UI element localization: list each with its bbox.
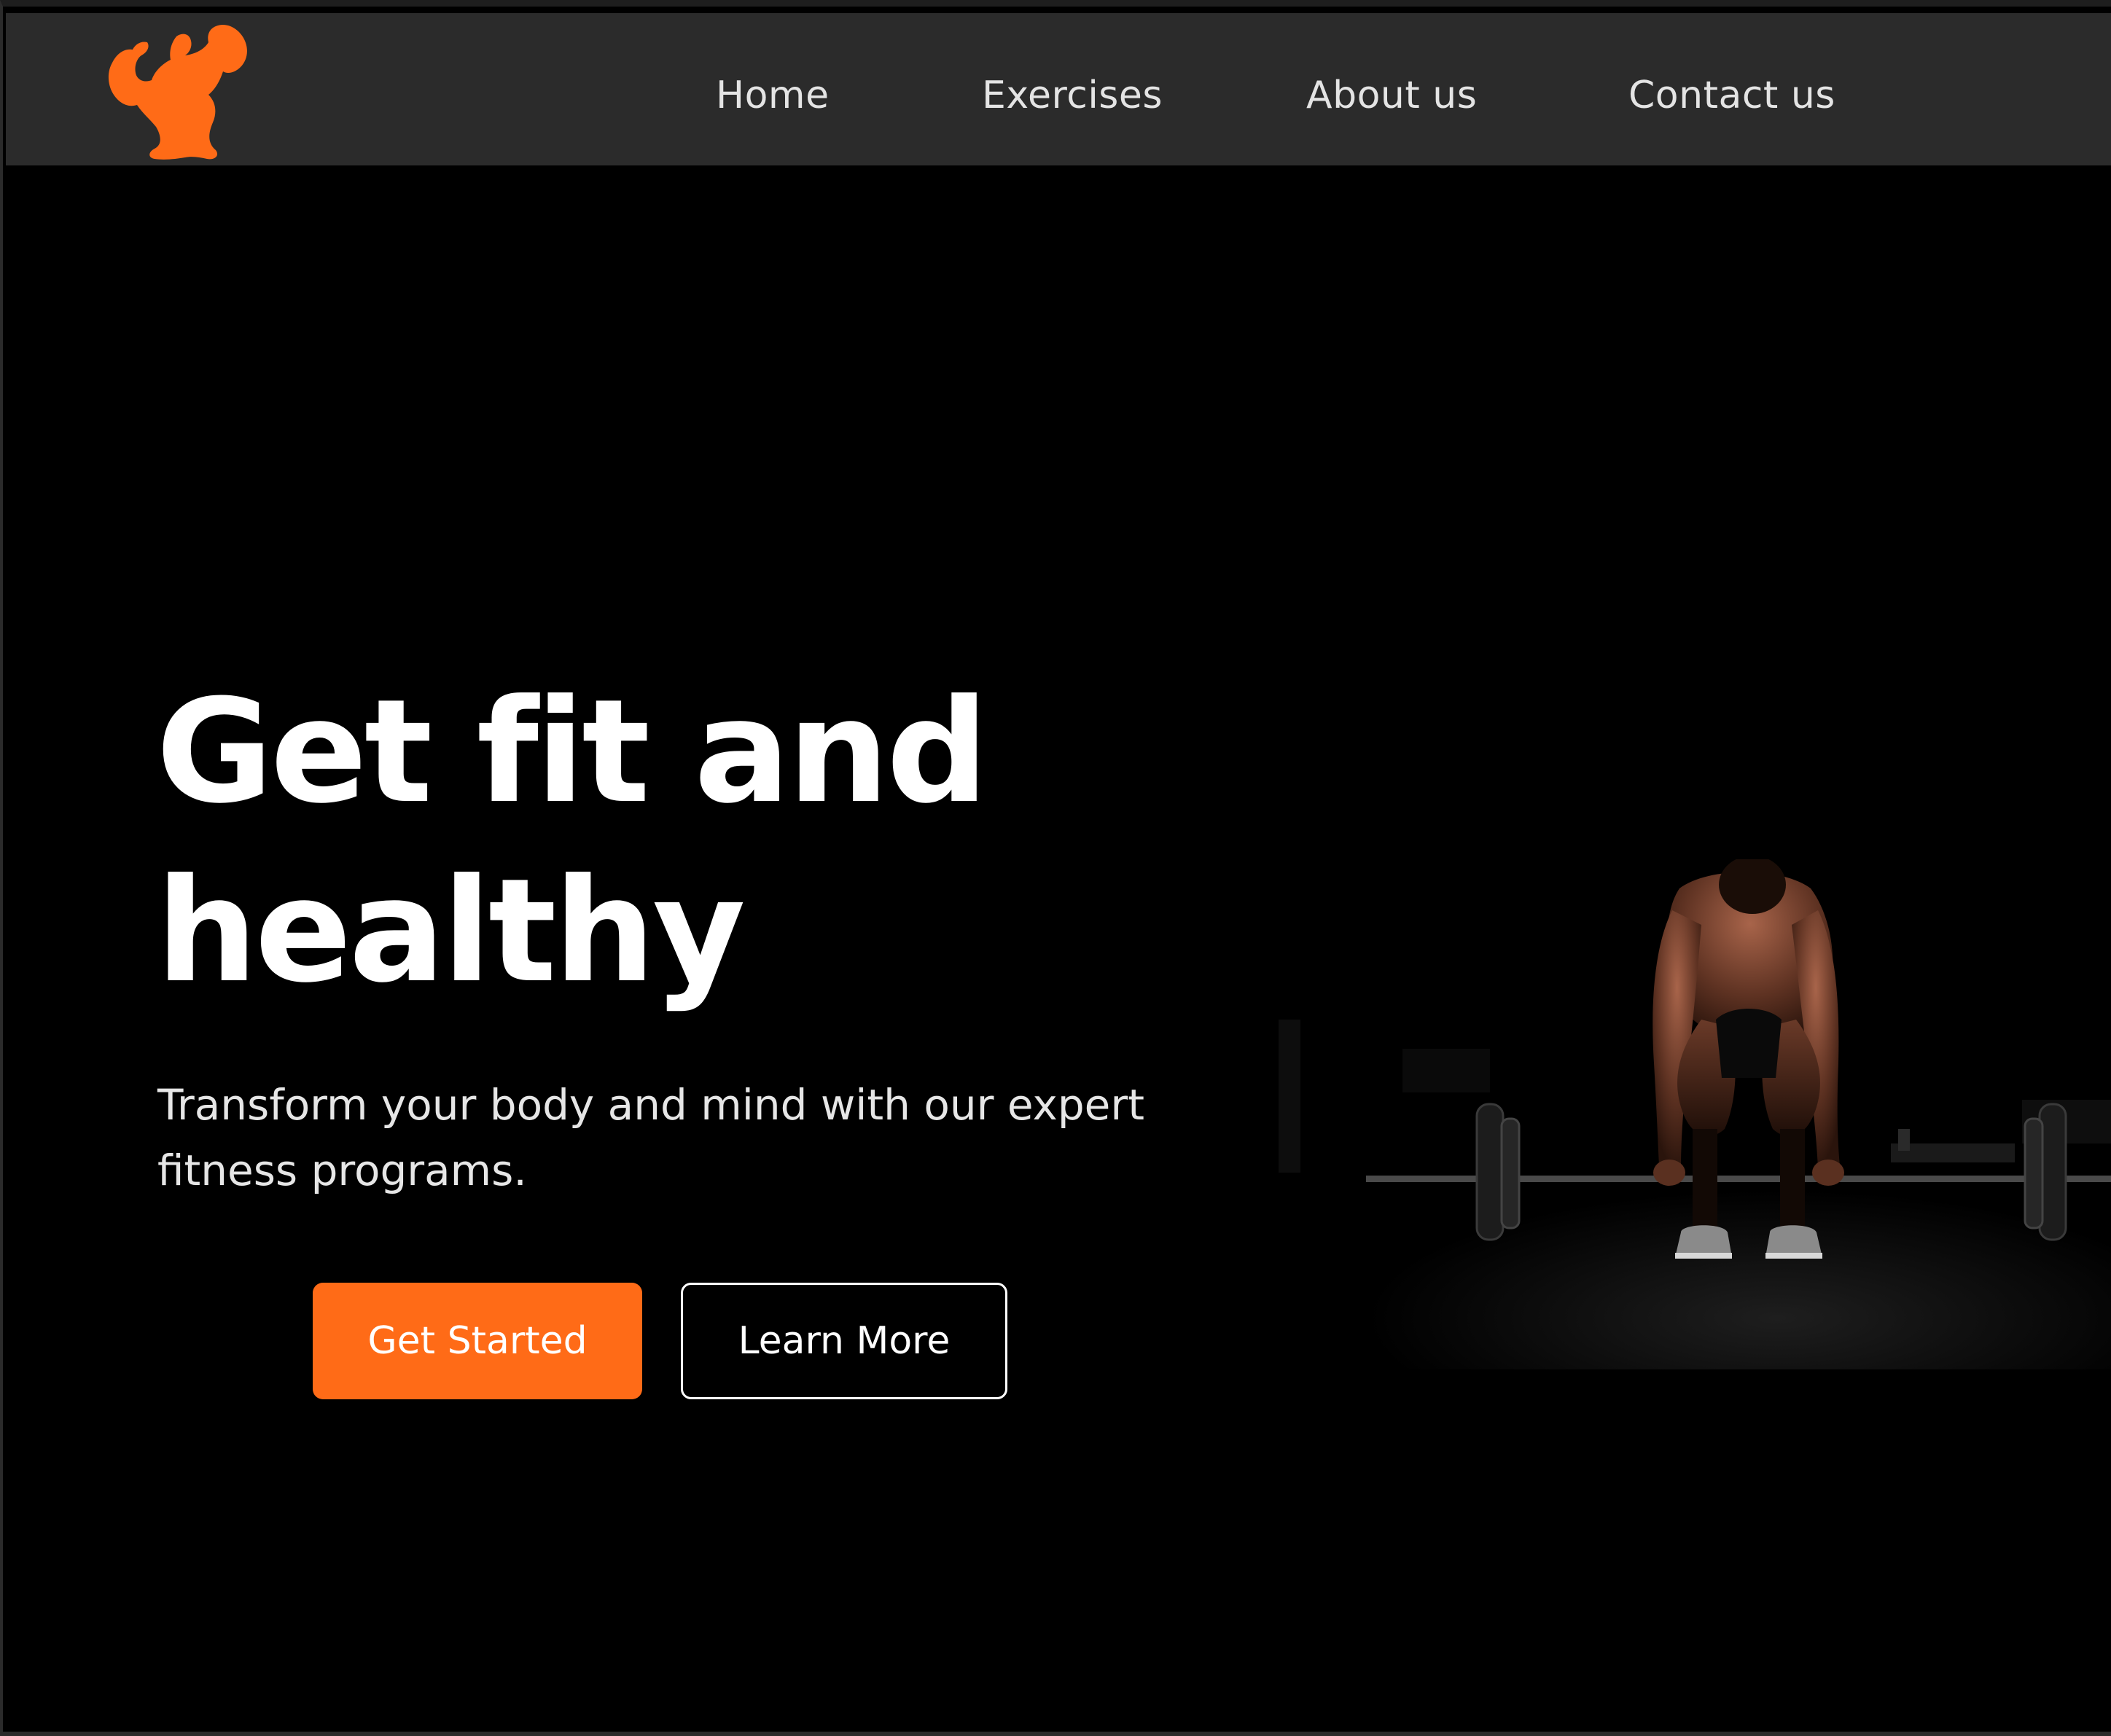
nav-link-exercises[interactable]: Exercises xyxy=(982,63,1163,128)
nav-link-contact-us[interactable]: Contact us xyxy=(1628,63,1835,128)
hero-title-line-1: Get fit and xyxy=(156,669,988,835)
get-started-button[interactable]: Get Started xyxy=(313,1283,642,1399)
learn-more-button[interactable]: Learn More xyxy=(681,1283,1007,1399)
navbar: Home Exercises About us Contact us xyxy=(6,13,2111,165)
page-frame: Home Exercises About us Contact us Get f… xyxy=(0,0,2111,1736)
weightlifter-image xyxy=(1235,859,2111,1369)
hero-title: Get fit and healthy xyxy=(156,662,1104,1021)
nav-link-home[interactable]: Home xyxy=(716,63,830,128)
hero-title-line-2: healthy xyxy=(156,848,746,1014)
bodybuilder-logo-icon[interactable] xyxy=(106,22,252,160)
nav-link-about-us[interactable]: About us xyxy=(1306,63,1477,128)
hero-subtitle: Transform your body and mind with our ex… xyxy=(157,1080,1144,1195)
